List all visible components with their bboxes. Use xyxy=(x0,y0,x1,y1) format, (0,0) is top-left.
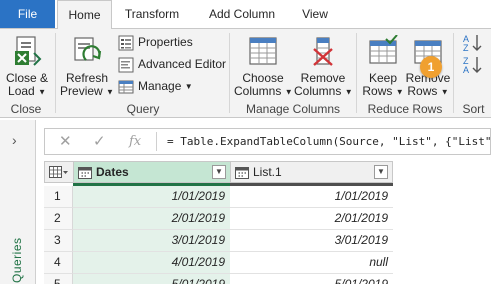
cell-list-1[interactable]: 2/01/2019 xyxy=(230,208,393,230)
expand-queries-pane-icon[interactable]: › xyxy=(12,132,17,148)
column-header-dates[interactable]: Dates ▼ xyxy=(73,161,231,183)
tab-view[interactable]: View xyxy=(294,0,336,28)
properties-button[interactable]: Properties xyxy=(118,32,193,52)
tab-home[interactable]: Home xyxy=(57,0,112,29)
refresh-icon xyxy=(74,37,102,61)
svg-text:Z: Z xyxy=(463,43,469,53)
advanced-editor-icon xyxy=(118,57,134,73)
advanced-editor-button[interactable]: Advanced Editor xyxy=(118,54,226,74)
cell-dates[interactable]: 5/01/2019 xyxy=(73,274,230,284)
properties-label: Properties xyxy=(138,35,193,49)
keep-rows-icon xyxy=(369,35,398,64)
filter-dropdown-icon[interactable]: ▼ xyxy=(212,165,226,179)
chevron-down-icon: ▼ xyxy=(106,87,114,97)
cancel-formula-icon[interactable]: ✕ xyxy=(59,132,72,150)
column-header-list-1[interactable]: List.1 ▼ xyxy=(230,161,393,183)
tab-add-column[interactable]: Add Column xyxy=(196,0,288,28)
refresh-preview-button[interactable]: Refresh Preview ▼ xyxy=(60,35,114,98)
chevron-down-icon: ▼ xyxy=(38,87,46,97)
cell-list-1[interactable]: 5/01/2019 xyxy=(230,274,393,284)
formula-bar-divider xyxy=(156,132,157,151)
date-type-icon xyxy=(235,167,249,179)
group-query: Refresh Preview ▼ Properties Advanced Ed… xyxy=(58,29,228,118)
cell-dates[interactable]: 1/01/2019 xyxy=(73,186,230,208)
keep-rows-button[interactable]: Keep Rows ▼ xyxy=(361,35,405,98)
sort-descending-button[interactable]: Z A xyxy=(462,55,484,75)
group-label-sort: Sort xyxy=(462,102,485,116)
row-number[interactable]: 5 xyxy=(44,274,73,284)
column-name-list-1: List.1 xyxy=(253,165,282,179)
row-number[interactable]: 3 xyxy=(44,230,73,252)
date-type-icon xyxy=(78,167,92,179)
choose-columns-label-2: Columns xyxy=(234,84,282,98)
group-label-query: Query xyxy=(126,102,160,116)
keep-rows-label-2: Rows xyxy=(362,84,393,98)
group-sort: A Z Z A Sort xyxy=(456,29,491,118)
tab-file[interactable]: File xyxy=(0,0,55,28)
filter-dropdown-icon[interactable]: ▼ xyxy=(374,165,388,179)
sort-ascending-button[interactable]: A Z xyxy=(462,33,484,53)
remove-columns-icon xyxy=(313,37,333,66)
cell-dates[interactable]: 4/01/2019 xyxy=(73,252,230,274)
choose-columns-button[interactable]: Choose Columns ▼ xyxy=(234,35,293,98)
group-label-close: Close xyxy=(10,102,42,116)
choose-columns-icon xyxy=(249,37,277,65)
chevron-down-icon: ▼ xyxy=(284,87,293,97)
formula-bar: ✕ ✓ fx = Table.ExpandTableColumn(Source,… xyxy=(44,128,491,155)
column-name-dates: Dates xyxy=(96,165,129,179)
remove-columns-label-2: Columns xyxy=(294,84,342,98)
row-number[interactable]: 2 xyxy=(44,208,73,230)
chevron-down-icon: ▼ xyxy=(184,81,193,91)
ribbon-divider xyxy=(356,33,357,113)
ribbon-divider xyxy=(55,33,56,113)
cell-dates[interactable]: 2/01/2019 xyxy=(73,208,230,230)
group-close: Close & Load ▼ Close xyxy=(0,29,52,118)
cell-list-1[interactable]: 1/01/2019 xyxy=(230,186,393,208)
ribbon-divider xyxy=(229,33,230,113)
close-and-load-label-2: Load xyxy=(8,84,35,98)
sort-ascending-icon: A Z xyxy=(463,34,482,53)
advanced-editor-label: Advanced Editor xyxy=(138,57,227,71)
manage-button[interactable]: Manage ▼ xyxy=(118,76,193,96)
ribbon-home: Close & Load ▼ Close Refresh Preview ▼ P… xyxy=(0,28,491,118)
table-icon xyxy=(49,166,68,178)
confirm-formula-icon[interactable]: ✓ xyxy=(93,132,106,150)
step-callout-badge: 1 xyxy=(420,56,442,78)
close-and-load-icon xyxy=(15,36,42,66)
group-label-reduce-rows: Reduce Rows xyxy=(367,102,443,116)
cell-list-1[interactable]: 3/01/2019 xyxy=(230,230,393,252)
cell-dates[interactable]: 3/01/2019 xyxy=(73,230,230,252)
chevron-down-icon: ▼ xyxy=(395,87,404,97)
close-and-load-button[interactable]: Close & Load ▼ xyxy=(4,35,50,98)
formula-input[interactable]: = Table.ExpandTableColumn(Source, "List"… xyxy=(167,135,491,148)
chevron-down-icon: ▼ xyxy=(440,87,449,97)
svg-text:A: A xyxy=(463,65,469,75)
remove-rows-label-2: Rows xyxy=(407,84,438,98)
manage-icon xyxy=(118,80,134,94)
insert-function-icon[interactable]: fx xyxy=(129,134,141,149)
properties-icon xyxy=(118,35,134,51)
ribbon-divider xyxy=(453,33,454,113)
queries-pane-label[interactable]: Queries xyxy=(10,237,24,283)
row-number[interactable]: 1 xyxy=(44,186,73,208)
chevron-down-icon: ▼ xyxy=(344,87,353,97)
refresh-label-2: Preview xyxy=(60,84,103,98)
group-label-manage-columns: Manage Columns xyxy=(245,102,341,116)
queries-pane: › Queries xyxy=(0,120,36,284)
cell-list-1[interactable]: null xyxy=(230,252,393,274)
row-number[interactable]: 4 xyxy=(44,252,73,274)
table-menu-button[interactable] xyxy=(44,161,74,183)
remove-columns-button[interactable]: Remove Columns ▼ xyxy=(294,35,353,98)
manage-label: Manage xyxy=(138,79,182,93)
tab-transform[interactable]: Transform xyxy=(117,0,187,28)
ribbon-tab-bar: File Home Transform Add Column View xyxy=(0,0,491,29)
sort-descending-icon: Z A xyxy=(463,56,482,75)
group-manage-columns: Choose Columns ▼ Remove Columns ▼ Manage… xyxy=(232,29,354,118)
